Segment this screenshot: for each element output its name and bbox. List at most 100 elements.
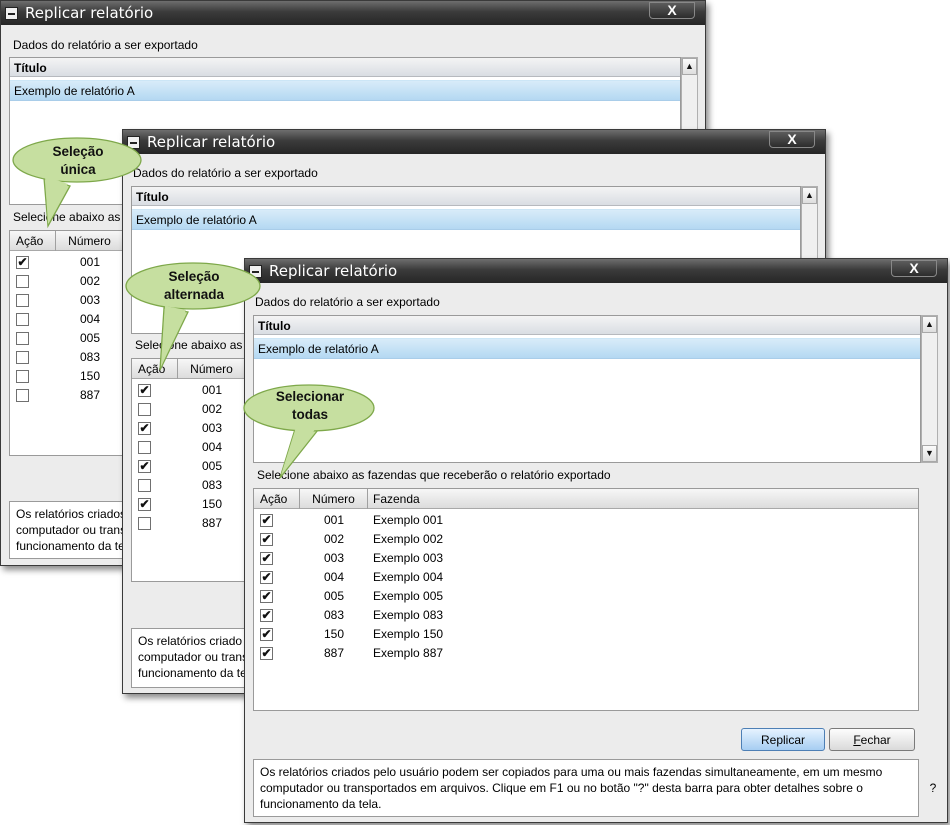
- row-checkbox[interactable]: ✔: [138, 498, 151, 511]
- report-list-header: Título: [132, 187, 800, 206]
- row-checkbox[interactable]: [16, 294, 29, 307]
- callout-selecao-unica: Seleção única: [8, 136, 148, 236]
- callout-line: alternada: [163, 287, 225, 302]
- section-label: Dados do relatório a ser exportado: [13, 38, 198, 52]
- fechar-button[interactable]: Fechar: [829, 728, 915, 751]
- row-numero: 887: [79, 388, 101, 402]
- report-list-item[interactable]: Exemplo de relatório A: [10, 80, 680, 101]
- row-numero: 001: [323, 513, 345, 527]
- dialog-window-3: Replicar relatório X Dados do relatório …: [244, 258, 948, 823]
- callout-line: Selecionar: [275, 389, 345, 404]
- row-checkbox[interactable]: ✔: [260, 590, 273, 603]
- report-list-item[interactable]: Exemplo de relatório A: [132, 209, 800, 230]
- row-fazenda: Exemplo 150: [373, 627, 444, 641]
- close-button[interactable]: X: [891, 260, 937, 277]
- row-checkbox[interactable]: [16, 370, 29, 383]
- table-header: Ação Número Fazenda: [254, 489, 918, 509]
- column-fazenda[interactable]: Fazenda: [368, 489, 918, 509]
- table-row[interactable]: ✔ 887 Exemplo 887: [254, 644, 918, 663]
- callout-line: Seleção: [168, 269, 220, 284]
- row-fazenda: Exemplo 004: [373, 570, 444, 584]
- row-checkbox[interactable]: ✔: [16, 256, 29, 269]
- row-numero: 083: [323, 608, 345, 622]
- row-numero: 003: [79, 293, 101, 307]
- title-bar[interactable]: Replicar relatório X: [1, 1, 705, 25]
- table-row[interactable]: ✔ 001 Exemplo 001: [254, 511, 918, 530]
- row-numero: 150: [201, 497, 223, 511]
- row-checkbox[interactable]: ✔: [260, 609, 273, 622]
- table-row[interactable]: ✔ 150 Exemplo 150: [254, 625, 918, 644]
- report-list-item[interactable]: Exemplo de relatório A: [254, 338, 920, 359]
- row-checkbox[interactable]: [138, 403, 151, 416]
- close-button[interactable]: X: [769, 131, 815, 148]
- farm-table[interactable]: Ação Número Fazenda ✔ 001 Exemplo 001 ✔ 002 E…: [253, 488, 919, 711]
- row-checkbox[interactable]: ✔: [260, 514, 273, 527]
- info-line: funcionamento da tela.: [260, 797, 382, 811]
- row-numero: 083: [79, 350, 101, 364]
- title-bar[interactable]: Replicar relatório X: [245, 259, 947, 283]
- row-numero: 004: [201, 440, 223, 454]
- row-numero: 005: [79, 331, 101, 345]
- report-list-header: Título: [10, 58, 680, 77]
- title-bar[interactable]: Replicar relatório X: [123, 130, 825, 154]
- window-title: Replicar relatório: [269, 262, 398, 280]
- table-row[interactable]: ✔ 083 Exemplo 083: [254, 606, 918, 625]
- row-checkbox[interactable]: [16, 313, 29, 326]
- row-numero: 002: [201, 402, 223, 416]
- row-checkbox[interactable]: ✔: [260, 552, 273, 565]
- section-label: Dados do relatório a ser exportado: [255, 295, 440, 309]
- table-row[interactable]: ✔ 002 Exemplo 002: [254, 530, 918, 549]
- column-acao[interactable]: Ação: [256, 489, 300, 509]
- report-list-scrollbar[interactable]: ▲ ▼: [921, 315, 938, 463]
- window-menu-icon[interactable]: [5, 7, 18, 20]
- section-label: Dados do relatório a ser exportado: [133, 166, 318, 180]
- row-numero: 002: [79, 274, 101, 288]
- row-numero: 887: [323, 646, 345, 660]
- row-fazenda: Exemplo 887: [373, 646, 444, 660]
- callout-line: Seleção: [52, 144, 104, 159]
- close-button[interactable]: X: [649, 2, 695, 19]
- replicar-button[interactable]: Replicar: [741, 728, 825, 751]
- row-checkbox[interactable]: [138, 441, 151, 454]
- row-numero: 003: [323, 551, 345, 565]
- table-row[interactable]: ✔ 005 Exemplo 005: [254, 587, 918, 606]
- row-fazenda: Exemplo 001: [373, 513, 444, 527]
- row-fazenda: Exemplo 002: [373, 532, 444, 546]
- row-checkbox[interactable]: ✔: [260, 571, 273, 584]
- row-numero: 003: [201, 421, 223, 435]
- row-checkbox[interactable]: [16, 332, 29, 345]
- column-numero[interactable]: Número: [300, 489, 368, 509]
- row-checkbox[interactable]: ✔: [138, 422, 151, 435]
- scroll-up-icon[interactable]: ▲: [682, 58, 697, 75]
- row-checkbox[interactable]: ✔: [260, 647, 273, 660]
- row-fazenda: Exemplo 005: [373, 589, 444, 603]
- row-numero: 150: [79, 369, 101, 383]
- row-checkbox[interactable]: ✔: [260, 533, 273, 546]
- row-checkbox[interactable]: [138, 479, 151, 492]
- callout-line: todas: [291, 407, 328, 422]
- window-title: Replicar relatório: [147, 133, 276, 151]
- row-checkbox[interactable]: ✔: [260, 628, 273, 641]
- scroll-down-icon[interactable]: ▼: [922, 445, 937, 462]
- callout-line: única: [60, 162, 96, 177]
- scroll-up-icon[interactable]: ▲: [922, 316, 937, 333]
- row-checkbox[interactable]: ✔: [138, 460, 151, 473]
- row-numero: 004: [79, 312, 101, 326]
- table-row[interactable]: ✔ 003 Exemplo 003: [254, 549, 918, 568]
- info-line: Os relatórios criados pelo usuário podem…: [260, 765, 883, 779]
- scroll-up-icon[interactable]: ▲: [802, 187, 817, 204]
- row-numero: 002: [323, 532, 345, 546]
- help-button[interactable]: ?: [921, 781, 945, 795]
- row-checkbox[interactable]: [16, 389, 29, 402]
- row-checkbox[interactable]: ✔: [138, 384, 151, 397]
- row-checkbox[interactable]: [16, 351, 29, 364]
- row-numero: 005: [201, 459, 223, 473]
- table-row[interactable]: ✔ 004 Exemplo 004: [254, 568, 918, 587]
- row-fazenda: Exemplo 003: [373, 551, 444, 565]
- row-numero: 083: [201, 478, 223, 492]
- row-checkbox[interactable]: [16, 275, 29, 288]
- row-checkbox[interactable]: [138, 517, 151, 530]
- row-numero: 001: [79, 255, 101, 269]
- row-numero: 005: [323, 589, 345, 603]
- row-numero: 004: [323, 570, 345, 584]
